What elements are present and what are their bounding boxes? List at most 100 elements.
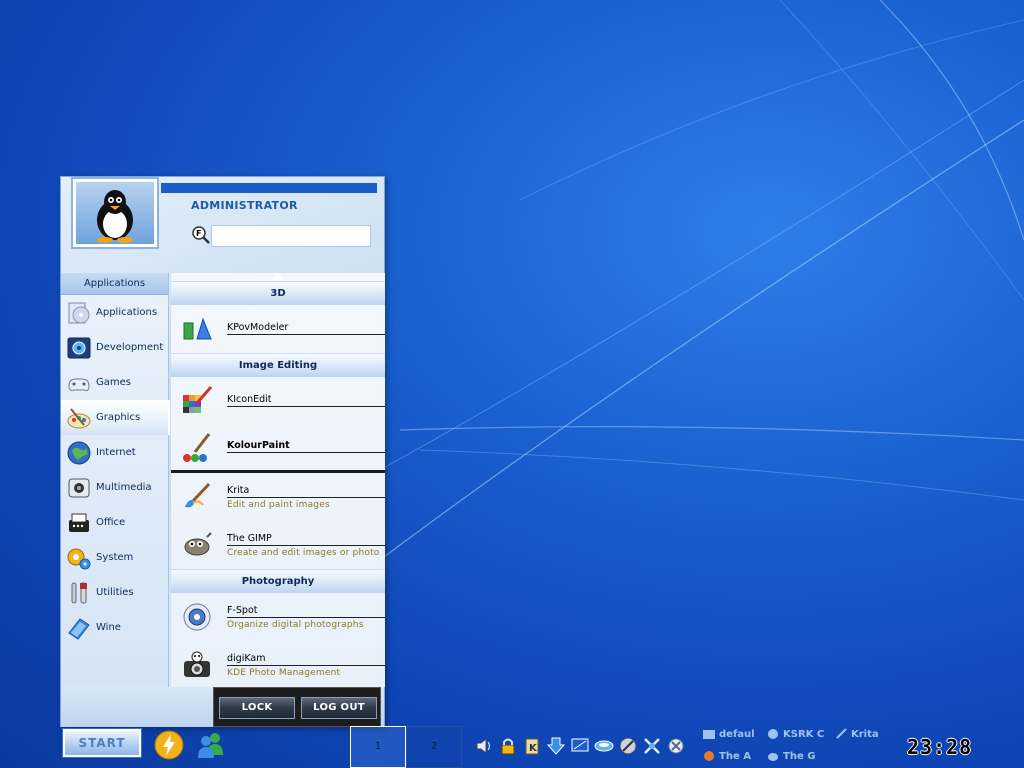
category-label: Internet	[96, 447, 136, 458]
satellite-icon[interactable]	[618, 736, 638, 756]
category-label: Utilities	[96, 587, 134, 598]
app-kpovmodeler[interactable]: KPovModeler	[171, 305, 385, 353]
network-icon[interactable]	[594, 736, 614, 756]
applications-icon	[65, 299, 93, 327]
volume-icon[interactable]	[474, 736, 494, 756]
clock[interactable]: 23:28	[907, 735, 972, 759]
section-header-image-editing: Image Editing	[171, 353, 385, 377]
app-name: F-Spot	[227, 605, 385, 618]
category-office[interactable]: Office	[61, 505, 168, 540]
app-desc	[227, 407, 385, 409]
app-name: Krita	[227, 485, 385, 498]
category-games[interactable]: Games	[61, 365, 168, 400]
section-header-photography: Photography	[171, 569, 385, 593]
app-name: KPovModeler	[227, 322, 385, 335]
digikam-icon	[177, 645, 217, 685]
category-label: Graphics	[96, 412, 141, 423]
task-ksrk[interactable]: KSRK C	[767, 728, 824, 740]
desktop-pager-2[interactable]: 2	[406, 726, 462, 768]
category-label: Applications	[96, 307, 158, 318]
kiconedit-icon	[177, 381, 217, 421]
task-krita[interactable]: Krita	[835, 728, 879, 740]
category-system[interactable]: System	[61, 540, 168, 575]
internet-icon	[65, 439, 93, 467]
app-desc	[227, 335, 385, 337]
app-desc: Edit and paint images	[227, 499, 330, 510]
search-input[interactable]	[211, 225, 371, 247]
games-icon	[65, 369, 93, 397]
category-label: Office	[96, 517, 126, 528]
firefox-icon	[704, 751, 714, 761]
section-header-3d: 3D	[171, 281, 385, 305]
app-kolourpaint[interactable]: KolourPaint	[171, 425, 385, 473]
tux-penguin-icon	[76, 182, 154, 244]
tools-icon[interactable]	[642, 736, 662, 756]
task-defaul[interactable]: defaul	[703, 728, 755, 740]
category-list: Applications Applications Development Ga…	[61, 273, 170, 687]
session-buttons-panel: LOCK LOG OUT	[213, 687, 381, 727]
task-the-a[interactable]: The A	[703, 750, 751, 762]
category-wine[interactable]: Wine	[61, 610, 168, 645]
lock-button[interactable]: LOCK	[219, 697, 295, 719]
category-utilities[interactable]: Utilities	[61, 575, 168, 610]
quick-launch-lightning-icon[interactable]	[153, 729, 185, 761]
kpovmodeler-icon	[177, 309, 217, 349]
app-fspot[interactable]: F-Spot Organize digital photographs	[171, 593, 385, 641]
gimp-icon	[768, 753, 778, 761]
svg-text:K: K	[529, 743, 538, 754]
menu-footer: LOCK LOG OUT	[61, 687, 384, 727]
start-menu: ADMINISTRATOR F Applications Application…	[60, 176, 385, 727]
svg-text:F: F	[196, 229, 201, 238]
start-button[interactable]: START	[62, 728, 142, 758]
app-name: KIconEdit	[227, 394, 385, 407]
task-label: KSRK C	[783, 728, 825, 740]
category-label: Multimedia	[96, 482, 152, 493]
desktop-pager-1[interactable]: 1	[350, 726, 406, 768]
office-icon	[65, 509, 93, 537]
task-label: Krita	[851, 728, 879, 740]
app-name: digiKam	[227, 653, 385, 666]
app-gimp[interactable]: The GIMP Create and edit images or photo	[171, 521, 385, 569]
graphics-icon	[65, 404, 93, 432]
folder-icon	[703, 730, 715, 739]
task-label: defaul	[719, 728, 755, 740]
category-multimedia[interactable]: Multimedia	[61, 470, 168, 505]
category-internet[interactable]: Internet	[61, 435, 168, 470]
multimedia-icon	[65, 474, 93, 502]
fspot-icon	[177, 597, 217, 637]
search-icon[interactable]: F	[191, 225, 211, 245]
utilities-icon	[65, 579, 93, 607]
quick-launch-users-icon[interactable]	[195, 729, 227, 761]
app-list: 3D KPovModeler Image Editing KIconEdit K…	[171, 273, 385, 687]
task-label: The A	[719, 750, 751, 762]
app-kiconedit[interactable]: KIconEdit	[171, 377, 385, 425]
app-desc: Organize digital photographs	[227, 619, 364, 630]
category-header: Applications	[61, 273, 168, 295]
wine-icon	[65, 614, 93, 642]
app-desc: Create and edit images or photo	[227, 547, 380, 558]
category-label: System	[96, 552, 134, 563]
category-label: Games	[96, 377, 131, 388]
category-graphics[interactable]: Graphics	[61, 400, 170, 435]
gimp-icon	[177, 525, 217, 565]
download-icon[interactable]	[546, 736, 566, 756]
scroll-up-arrow[interactable]	[171, 273, 385, 281]
kolourpaint-icon	[177, 428, 217, 468]
app-krita[interactable]: Krita Edit and paint images	[171, 473, 385, 521]
disconnect-icon[interactable]	[666, 736, 686, 756]
logout-button[interactable]: LOG OUT	[301, 697, 377, 719]
category-applications[interactable]: Applications	[61, 295, 168, 330]
app-name: The GIMP	[227, 533, 385, 546]
menu-top-bar	[161, 183, 377, 193]
app-digikam[interactable]: digiKam KDE Photo Management	[171, 641, 385, 687]
ksnapshot-icon	[768, 729, 778, 739]
category-development[interactable]: Development	[61, 330, 168, 365]
app-name: KolourPaint	[227, 440, 385, 453]
development-icon	[65, 334, 93, 362]
task-the-g[interactable]: The G	[767, 750, 815, 762]
user-avatar[interactable]	[71, 177, 159, 249]
username-label: ADMINISTRATOR	[191, 199, 298, 212]
klipper-icon[interactable]: K	[522, 736, 542, 756]
monitor-icon[interactable]	[570, 736, 590, 756]
lock-tray-icon[interactable]	[498, 736, 518, 756]
